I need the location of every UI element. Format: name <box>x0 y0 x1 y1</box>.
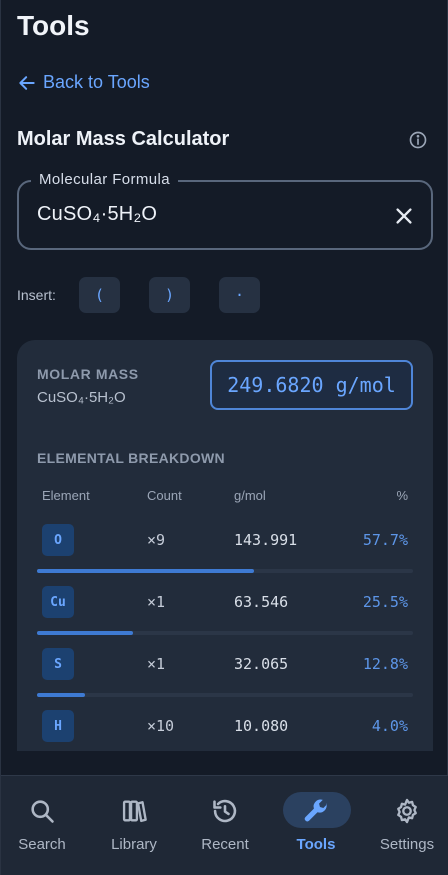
element-mass: 32.065 <box>234 655 289 673</box>
column-header-percent: % <box>396 488 408 503</box>
element-count: ×1 <box>147 593 166 611</box>
percent-bar-track <box>37 631 413 635</box>
column-header-element: Element <box>42 488 90 503</box>
arrow-left-icon <box>19 75 35 90</box>
breakdown-row-copper: Cu ×1 63.546 25.5% <box>17 586 433 648</box>
element-percent: 12.8% <box>362 655 408 673</box>
nav-label: Settings <box>379 836 435 853</box>
column-header-gmol: g/mol <box>234 488 266 503</box>
insert-dot-button[interactable]: · <box>219 277 260 313</box>
breakdown-row-oxygen: O ×9 143.991 57.7% <box>17 524 433 586</box>
search-icon <box>31 800 54 823</box>
element-percent: 4.0% <box>371 717 408 735</box>
history-icon <box>213 799 237 823</box>
breakdown-title: ELEMENTAL BREAKDOWN <box>37 450 225 466</box>
percent-bar-fill <box>37 569 254 573</box>
percent-bar-fill <box>37 631 133 635</box>
percent-bar-track <box>37 569 413 573</box>
app-frame: Tools Back to Tools Molar Mass Calculato… <box>0 0 448 875</box>
nav-item-recent[interactable]: Recent <box>180 776 270 875</box>
nav-item-search[interactable]: Search <box>0 776 87 875</box>
nav-label: Search <box>18 836 66 853</box>
molar-mass-label: MOLAR MASS <box>37 366 139 382</box>
element-badge: O <box>42 524 74 556</box>
molecular-formula-field[interactable]: Molecular Formula CuSO₄·5H₂O <box>17 171 433 250</box>
nav-label: Tools <box>296 836 336 853</box>
element-badge: H <box>42 710 74 742</box>
library-icon <box>122 800 147 823</box>
formula-field-label: Molecular Formula <box>31 171 179 188</box>
insert-label: Insert: <box>17 287 56 303</box>
page-title: Tools <box>17 10 90 41</box>
molar-mass-value[interactable]: 249.6820 g/mol <box>210 360 413 410</box>
result-formula: CuSO₄·5H₂O <box>37 389 126 406</box>
formula-input[interactable]: CuSO₄·5H₂O <box>37 203 157 226</box>
wrench-icon <box>304 799 328 822</box>
nav-item-settings[interactable]: Settings <box>362 776 448 875</box>
insert-row: Insert: ( ) · <box>17 277 289 313</box>
element-mass: 63.546 <box>234 593 289 611</box>
percent-bar-track <box>37 693 413 697</box>
result-card: MOLAR MASS CuSO₄·5H₂O 249.6820 g/mol ELE… <box>17 340 433 751</box>
element-count: ×1 <box>147 655 166 673</box>
element-count: ×9 <box>147 531 166 549</box>
element-badge: S <box>42 648 74 680</box>
insert-open-paren-button[interactable]: ( <box>79 277 120 313</box>
breakdown-row-hydrogen: H ×10 10.080 4.0% <box>17 710 433 751</box>
column-header-count: Count <box>147 488 182 503</box>
breakdown-row-sulfur: S ×1 32.065 12.8% <box>17 648 433 710</box>
bottom-nav: Search Library Recent Tools Settings <box>1 775 448 875</box>
nav-label: Recent <box>201 836 249 853</box>
nav-label: Library <box>111 836 157 853</box>
element-percent: 57.7% <box>362 531 408 549</box>
calculator-title: Molar Mass Calculator <box>17 128 230 150</box>
element-mass: 143.991 <box>234 531 298 549</box>
back-link-label: Back to Tools <box>43 72 150 92</box>
insert-close-paren-button[interactable]: ) <box>149 277 190 313</box>
nav-item-library[interactable]: Library <box>89 776 179 875</box>
nav-item-tools[interactable]: Tools <box>271 776 361 875</box>
element-count: ×10 <box>147 717 175 735</box>
element-mass: 10.080 <box>234 717 289 735</box>
element-badge: Cu <box>42 586 74 618</box>
element-percent: 25.5% <box>362 593 408 611</box>
close-icon[interactable] <box>393 205 415 227</box>
info-icon[interactable] <box>408 130 428 150</box>
back-to-tools-link[interactable]: Back to Tools <box>17 72 150 93</box>
gear-icon <box>397 798 417 824</box>
percent-bar-fill <box>37 693 86 697</box>
